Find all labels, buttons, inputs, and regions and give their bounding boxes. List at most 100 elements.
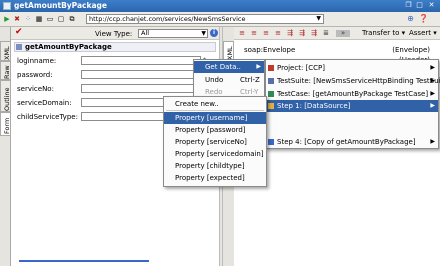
chevron-right-icon: ▶ [430, 138, 435, 145]
menu-item-property-label: Property [childtype] [175, 162, 245, 170]
chevron-right-icon: ▶ [430, 102, 435, 109]
transfer-to-label: Transfer to [362, 29, 400, 37]
chevron-right-icon: ▶ [430, 77, 435, 84]
run-icon[interactable]: ▶ [3, 15, 11, 23]
align-icon[interactable]: ≡ [262, 30, 270, 37]
menu-separator [166, 110, 264, 111]
view-type-value: All [141, 29, 150, 37]
transfer-to-button[interactable]: Transfer to ▾ [362, 29, 405, 38]
close-icon[interactable]: ✕ [427, 1, 436, 10]
menu-item-property-servicedomain[interactable]: Property [servicedomain] [164, 148, 266, 160]
copy-icon[interactable]: ⧉ [68, 15, 76, 23]
tab-outline-label: Outline [3, 87, 11, 111]
project-icon [268, 65, 274, 71]
serviceno-label: serviceNo: [17, 85, 54, 93]
cancel-icon[interactable]: ✖ [13, 15, 21, 23]
menu-item-property-serviceno[interactable]: Property [serviceNo] [164, 136, 266, 148]
tabs-view-icon[interactable]: ▢ [57, 15, 65, 23]
menu-item-create-new-label: Create new.. [175, 100, 219, 108]
expand-icon[interactable]: » [336, 30, 350, 37]
collapse-icon[interactable] [16, 44, 22, 50]
menu-item-undo-label: Undo [205, 76, 224, 84]
split-view-icon[interactable]: ▭ [46, 15, 54, 23]
menu-item-testsuite-label: TestSuite: [NewSmsServiceHttpBinding Tes… [277, 77, 440, 85]
left-view-tabs: XML Raw Outline Form [0, 27, 11, 266]
menu-item-testcase[interactable]: TestCase: [getAmountByPackage TestCase] … [266, 88, 438, 100]
tree-row-value: (Envelope) [392, 46, 430, 54]
tab-xml-label: XML [3, 46, 11, 60]
menu-item-step-4-label: Step 4: [Copy of getAmountByPackage] [277, 138, 416, 146]
validate-icon[interactable]: ✔ [15, 27, 23, 37]
maximize-icon[interactable]: □ [415, 1, 424, 10]
testsuite-icon [268, 78, 274, 84]
property-submenu: Create new.. Property [username] Propert… [163, 96, 267, 187]
restore-icon[interactable]: ❐ [404, 1, 413, 10]
serviceno-input[interactable] [81, 84, 201, 93]
menu-item-property-expected[interactable]: Property [expected] [164, 172, 266, 184]
operation-header[interactable]: getAmountByPackage [14, 42, 216, 52]
window-title: getAmountByPackage [14, 1, 107, 10]
menu-item-step-4[interactable]: Step 4: [Copy of getAmountByPackage] ▶ [266, 136, 438, 148]
horizontal-scrollbar[interactable] [19, 260, 149, 262]
chevron-right-icon: ▶ [430, 90, 435, 97]
response-toolbar: ≡ ≡ ≡ ≡ ⇶ ⇶ ⇶ ≣ » Transfer to ▾ Assert ▾ [234, 27, 440, 40]
menu-item-project-label: Project: [CCP] [277, 64, 325, 72]
menu-item-project[interactable]: Project: [CCP] ▶ [266, 62, 438, 74]
title-bar: getAmountByPackage ❐ □ ✕ [0, 0, 440, 12]
menu-item-property-label: Property [password] [175, 126, 246, 134]
tab-xml[interactable]: XML [0, 41, 11, 61]
tab-raw-label: Raw [3, 65, 11, 79]
tab-form[interactable]: Form [0, 112, 11, 136]
info-icon[interactable]: i [210, 29, 218, 37]
menu-item-get-data[interactable]: Get Data.. ▶ [194, 61, 264, 73]
align-icon[interactable]: ≡ [238, 30, 246, 37]
menu-item-property-username[interactable]: Property [username] [164, 112, 266, 124]
options-icon[interactable]: ≣ [322, 30, 330, 37]
endpoint-url-field[interactable]: http://ccp.chanjet.com/services/NewSmsSe… [86, 14, 324, 24]
chevron-down-icon: ▾ [401, 29, 406, 37]
indent-icon[interactable]: ⇶ [310, 30, 318, 37]
menu-item-property-label: Property [username] [175, 114, 248, 122]
align-icon[interactable]: ≡ [250, 30, 258, 37]
menu-item-create-new[interactable]: Create new.. [164, 98, 266, 110]
menu-item-property-childtype[interactable]: Property [childtype] [164, 160, 266, 172]
indent-icon[interactable]: ⇶ [286, 30, 294, 37]
add-icon[interactable]: ⊕ [405, 14, 416, 24]
indent-icon[interactable]: ⇶ [298, 30, 306, 37]
chevron-down-icon: ▼ [201, 30, 206, 37]
menu-item-empty-2[interactable] [266, 124, 438, 136]
menu-item-property-label: Property [servicedomain] [175, 150, 264, 158]
chevron-right-icon: ▶ [430, 64, 435, 71]
align-icon[interactable]: ≡ [274, 30, 282, 37]
loginname-input[interactable] [81, 56, 201, 65]
password-label: password: [17, 71, 53, 79]
assert-button[interactable]: Assert ▾ [409, 29, 437, 38]
menu-item-undo[interactable]: Undo Ctrl-Z [194, 74, 264, 86]
request-toolbar: ▶ ✖ ⁘ ▦ ▭ ▢ ⧉ http://ccp.chanjet.com/ser… [0, 12, 440, 27]
menu-item-property-password[interactable]: Property [password] [164, 124, 266, 136]
chevron-right-icon: ▶ [256, 63, 261, 70]
request-step-icon [268, 139, 274, 145]
assert-label: Assert [409, 29, 432, 37]
tab-outline[interactable]: Outline [0, 80, 11, 112]
chevron-down-icon[interactable]: ▼ [316, 15, 321, 23]
undo-shortcut: Ctrl-Z [240, 76, 260, 84]
password-input[interactable] [81, 70, 201, 79]
form-toolbar: ✔ View Type: All ▼ i [11, 27, 219, 40]
chevron-down-icon: ▾ [433, 29, 437, 37]
tab-raw[interactable]: Raw [0, 61, 11, 80]
view-type-select[interactable]: All ▼ [138, 29, 208, 38]
tab-response-xml[interactable]: XML [223, 41, 234, 61]
format-icon[interactable]: ⁘ [24, 15, 32, 23]
menu-item-redo-label: Redo [205, 88, 223, 96]
grid-icon[interactable]: ▦ [35, 15, 43, 23]
loginname-label: loginname: [17, 57, 57, 65]
tree-row-label: soap:Envelope [244, 46, 296, 54]
menu-item-testsuite[interactable]: TestSuite: [NewSmsServiceHttpBinding Tes… [266, 75, 440, 87]
help-icon[interactable]: ❓ [418, 14, 429, 24]
menu-item-get-data-label: Get Data.. [205, 63, 241, 71]
tree-row[interactable]: soap:Envelope (Envelope) [244, 45, 434, 55]
tab-response-xml-label: XML [226, 46, 234, 60]
menu-item-step-1-label: Step 1: [DataSource] [277, 102, 351, 110]
menu-item-step-1[interactable]: Step 1: [DataSource] ▶ [266, 100, 438, 112]
